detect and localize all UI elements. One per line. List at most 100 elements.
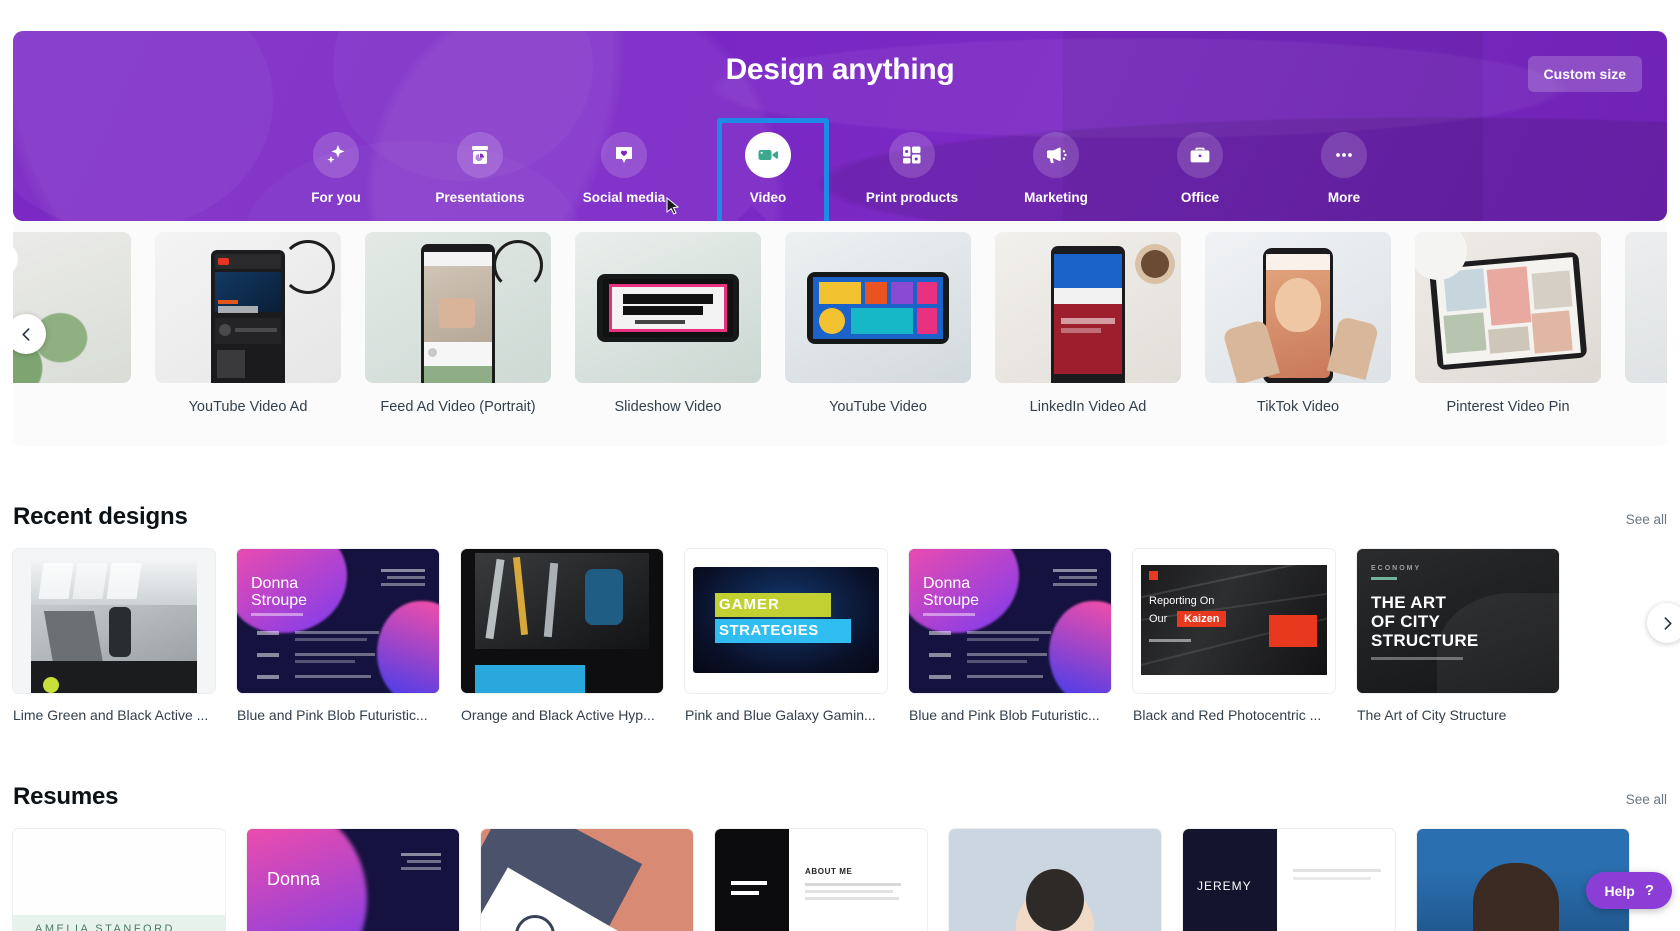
help-button[interactable]: Help ? xyxy=(1586,872,1672,909)
category-label: More xyxy=(1327,190,1361,205)
recent-design-label: Lime Green and Black Active ... xyxy=(13,707,209,723)
template-card[interactable]: YouTube Video xyxy=(785,232,971,415)
resume-card[interactable]: AMELIA STANFORD xyxy=(13,829,225,931)
design-anything-banner: Design anything Custom size For you Pres… xyxy=(13,31,1667,221)
video-camera-icon xyxy=(745,132,791,178)
recent-design-thumbnail: GAMER STRATEGIES xyxy=(685,549,887,693)
resume-card[interactable]: ABOUT ME xyxy=(715,829,927,931)
thumb-kaizen-line2: Our xyxy=(1149,613,1168,625)
category-for-you[interactable]: For you xyxy=(282,126,390,205)
resume-thumbnail: ABOUT ME xyxy=(715,829,927,931)
category-print-products[interactable]: Print products xyxy=(858,126,966,205)
template-list: YouTube Video Ad Feed Ad Video (Portrait… xyxy=(13,232,1667,415)
resume-name: ABOUT ME xyxy=(805,867,853,876)
recent-design-card[interactable]: ECONOMY THE ART OF CITY STRUCTURE The Ar… xyxy=(1357,549,1559,723)
resume-card[interactable] xyxy=(481,829,693,931)
recent-designs-see-all[interactable]: See all xyxy=(1626,512,1667,527)
template-card[interactable]: YouTube Video Ad xyxy=(155,232,341,415)
template-label: Pinterest Video Pin xyxy=(1446,399,1570,415)
thumb-city-line2: OF CITY xyxy=(1371,612,1441,631)
template-thumbnail xyxy=(995,232,1181,383)
custom-size-button[interactable]: Custom size xyxy=(1527,56,1642,92)
resume-thumbnail: AMELIA STANFORD xyxy=(13,829,225,931)
page-title: Design anything xyxy=(725,53,955,86)
resume-name: Donna xyxy=(267,869,321,889)
resume-card[interactable]: Donna xyxy=(247,829,459,931)
thumb-kaizen-line1: Reporting On xyxy=(1149,595,1215,607)
template-card[interactable]: Slideshow Video xyxy=(575,232,761,415)
template-thumbnail xyxy=(365,232,551,383)
template-label: YouTube Video Ad xyxy=(188,399,308,415)
recent-design-label: Black and Red Photocentric ... xyxy=(1133,707,1322,723)
template-card[interactable] xyxy=(1625,232,1667,399)
template-label: LinkedIn Video Ad xyxy=(1029,399,1147,415)
resumes-header: Resumes See all xyxy=(13,783,1667,811)
template-thumbnail xyxy=(1205,232,1391,383)
category-social-media[interactable]: Social media xyxy=(570,126,678,205)
thumb-kaizen-badge: Kaizen xyxy=(1177,611,1227,627)
resume-card[interactable] xyxy=(949,829,1161,931)
template-card[interactable]: LinkedIn Video Ad xyxy=(995,232,1181,415)
recent-designs-next-button[interactable] xyxy=(1647,603,1680,643)
recent-design-label: Blue and Pink Blob Futuristic... xyxy=(237,707,428,723)
template-label: Feed Ad Video (Portrait) xyxy=(380,399,536,415)
thumb-surname: Stroupe xyxy=(923,592,980,610)
resume-thumbnail xyxy=(949,829,1161,931)
resume-name: AMELIA STANFORD xyxy=(35,923,175,931)
template-label: Slideshow Video xyxy=(614,399,722,415)
template-card[interactable]: Pinterest Video Pin xyxy=(1415,232,1601,415)
chevron-left-icon xyxy=(21,327,29,341)
ellipsis-icon xyxy=(1321,132,1367,178)
recent-design-card[interactable]: Orange and Black Active Hyp... xyxy=(461,549,663,723)
megaphone-icon xyxy=(1033,132,1079,178)
resumes-see-all[interactable]: See all xyxy=(1626,792,1667,807)
category-label: For you xyxy=(311,190,361,205)
thumb-city-kicker: ECONOMY xyxy=(1371,565,1422,572)
active-tab-notch xyxy=(737,205,767,221)
category-video[interactable]: Video xyxy=(714,118,829,221)
recent-design-label: Blue and Pink Blob Futuristic... xyxy=(909,707,1100,723)
recent-design-card[interactable]: Donna Stroupe Blue and Pink Blob Futuris… xyxy=(909,549,1111,723)
thumb-city-line3: STRUCTURE xyxy=(1371,631,1479,650)
category-label: Video xyxy=(749,190,787,205)
resumes-list: AMELIA STANFORD Donna ABOUT ME JEREMY xyxy=(13,829,1629,931)
sparkle-icon xyxy=(313,132,359,178)
category-presentations[interactable]: Presentations xyxy=(426,126,534,205)
recent-design-label: Pink and Blue Galaxy Gamin... xyxy=(685,707,876,723)
resume-thumbnail xyxy=(481,829,693,931)
resume-thumbnail: Donna xyxy=(247,829,459,931)
mouse-cursor xyxy=(666,197,680,215)
template-thumbnail xyxy=(785,232,971,383)
category-marketing[interactable]: Marketing xyxy=(1002,126,1110,205)
thumb-gamer-line2: STRATEGIES xyxy=(719,622,819,639)
category-office[interactable]: Office xyxy=(1146,126,1254,205)
thumb-name: Donna xyxy=(251,575,299,592)
recent-design-card[interactable]: Donna Stroupe Blue and Pink Blob Futuris… xyxy=(237,549,439,723)
template-thumbnail xyxy=(13,232,131,383)
recent-design-thumbnail: Donna Stroupe xyxy=(237,549,439,693)
thumb-name: Donna xyxy=(923,575,971,592)
template-thumbnail xyxy=(155,232,341,383)
category-label: Social media xyxy=(582,190,666,205)
resume-card[interactable]: JEREMY xyxy=(1183,829,1395,931)
chevron-right-icon xyxy=(1664,616,1672,630)
recent-designs-list: Lime Green and Black Active ... Donna St… xyxy=(13,549,1559,723)
category-label: Presentations xyxy=(435,190,525,205)
recent-design-thumbnail: Donna Stroupe xyxy=(909,549,1111,693)
heart-chat-icon xyxy=(601,132,647,178)
template-card[interactable]: TikTok Video xyxy=(1205,232,1391,415)
section-title: Recent designs xyxy=(13,503,188,530)
recent-design-thumbnail xyxy=(13,549,215,693)
template-label: TikTok Video xyxy=(1256,399,1340,415)
category-nav: For you Presentations Social media Video… xyxy=(13,118,1667,221)
template-thumbnail xyxy=(1415,232,1601,383)
help-label: Help xyxy=(1604,882,1635,899)
template-card[interactable]: Feed Ad Video (Portrait) xyxy=(365,232,551,415)
resume-name: JEREMY xyxy=(1197,879,1252,893)
recent-design-card[interactable]: GAMER STRATEGIES Pink and Blue Galaxy Ga… xyxy=(685,549,887,723)
canva-homepage: Design anything Custom size For you Pres… xyxy=(0,0,1680,931)
recent-design-card[interactable]: Lime Green and Black Active ... xyxy=(13,549,215,723)
category-more[interactable]: More xyxy=(1290,126,1398,205)
thumb-surname: Stroupe xyxy=(251,592,308,610)
recent-design-card[interactable]: Reporting On Our Kaizen Black and Red Ph… xyxy=(1133,549,1335,723)
